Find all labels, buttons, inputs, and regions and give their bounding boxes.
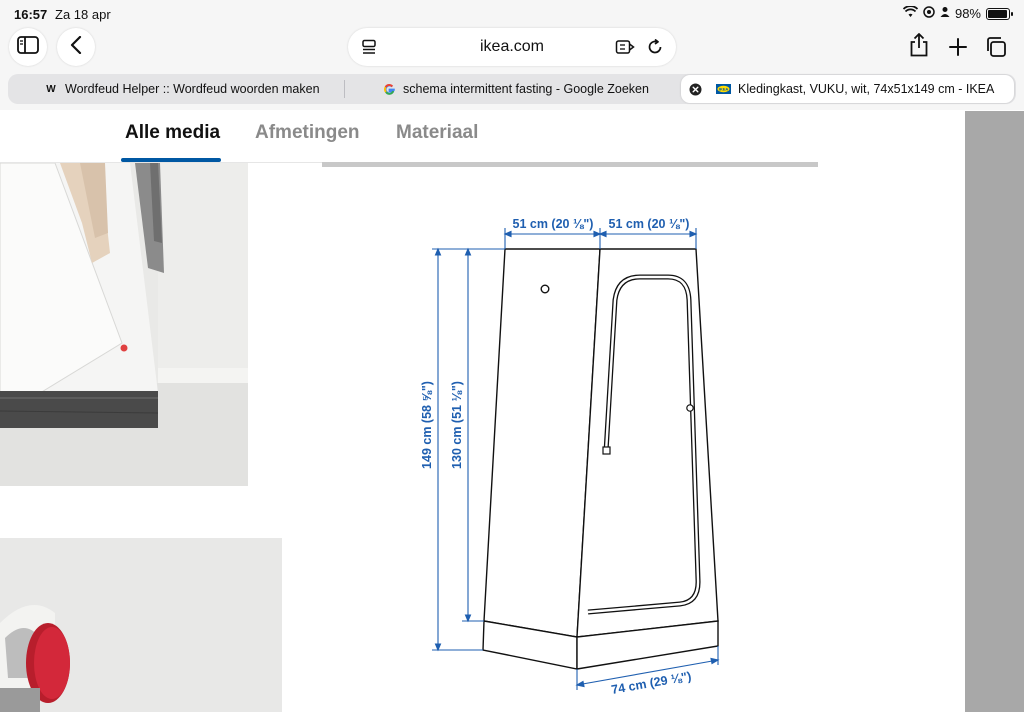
zipper-slider-icon	[686, 404, 694, 412]
tab-ikea[interactable]: IKEA Kledingkast, VUKU, wit, 74x51x149 c…	[681, 75, 1014, 103]
back-icon	[70, 35, 82, 59]
google-favicon	[382, 82, 396, 96]
depth-label: 51 cm (20 ⅛")	[513, 217, 594, 231]
ikea-logo-text: IKEA	[719, 87, 729, 92]
wordfeud-favicon: W	[46, 83, 56, 95]
tab-separator	[344, 80, 345, 98]
plus-icon[interactable]	[947, 36, 969, 58]
address-bar[interactable]: ikea.com	[348, 28, 676, 66]
side-panel-overlay	[965, 111, 1024, 712]
back-button[interactable]	[57, 28, 95, 66]
status-right: 98%	[902, 5, 1013, 21]
status-date: Za 18 apr	[55, 7, 111, 22]
tab-materiaal[interactable]: Materiaal	[396, 122, 478, 144]
tab-wordfeud[interactable]: W Wordfeud Helper :: Wordfeud woorden ma…	[44, 74, 320, 104]
product-photo-knob[interactable]	[0, 538, 282, 712]
status-time: 16:57	[14, 7, 48, 22]
location-lock-icon	[923, 6, 935, 21]
product-photo-wardrobe[interactable]	[0, 163, 248, 486]
dimension-diagram[interactable]: 51 cm (20 ⅛") 51 cm (20 ⅛") 149 cm (58 ⅝…	[322, 163, 822, 712]
status-bar: 16:57 Za 18 apr 98%	[0, 0, 1024, 28]
inner-height-label: 130 cm (51 ⅛")	[450, 381, 464, 469]
wifi-icon	[902, 5, 919, 21]
tab-afmetingen[interactable]: Afmetingen	[255, 122, 360, 144]
share-icon[interactable]	[908, 33, 930, 57]
sidebar-button[interactable]	[9, 28, 47, 66]
translate-icon[interactable]	[614, 36, 636, 58]
width-label: 74 cm (29 ⅛")	[610, 669, 692, 697]
media-tabs: Alle media Afmetingen Materiaal	[0, 110, 484, 163]
vent-hole-icon	[540, 284, 550, 294]
close-tab-icon[interactable]	[689, 83, 702, 96]
reload-icon[interactable]	[644, 36, 666, 58]
side-width-label: 51 cm (20 ⅛")	[609, 217, 690, 231]
active-tab-indicator	[121, 158, 221, 162]
tab-strip: W Wordfeud Helper :: Wordfeud woorden ma…	[8, 74, 1016, 104]
browser-toolbar: ikea.com	[0, 28, 1024, 72]
person-icon	[940, 6, 950, 21]
battery-percent: 98%	[954, 6, 981, 21]
tabs-icon[interactable]	[985, 36, 1007, 58]
total-height-label: 149 cm (58 ⅝")	[420, 381, 434, 469]
tab-title: Wordfeud Helper :: Wordfeud woorden make…	[65, 82, 320, 96]
battery-icon	[986, 7, 1013, 20]
tab-title: schema intermittent fasting - Google Zoe…	[403, 82, 649, 96]
tab-title: Kledingkast, VUKU, wit, 74x51x149 cm - I…	[738, 82, 995, 96]
zipper-pull-icon	[602, 446, 611, 455]
ikea-favicon: IKEA	[716, 82, 731, 96]
tab-alle-media[interactable]: Alle media	[125, 122, 220, 144]
tab-bar: W Wordfeud Helper :: Wordfeud woorden ma…	[0, 72, 1024, 110]
tab-google[interactable]: schema intermittent fasting - Google Zoe…	[382, 74, 649, 104]
sidebar-icon	[17, 35, 39, 59]
